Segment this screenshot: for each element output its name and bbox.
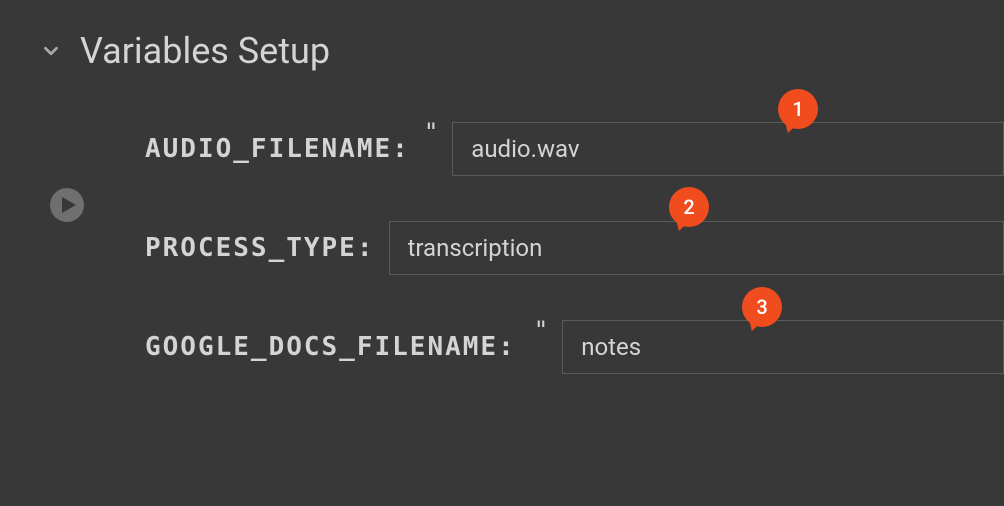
run-cell-button[interactable]	[50, 188, 84, 222]
process-type-input[interactable]	[389, 221, 1004, 275]
var-label: AUDIO_FILENAME:	[145, 134, 410, 164]
quote-mark: "	[424, 118, 438, 146]
var-label: PROCESS_TYPE:	[145, 233, 375, 263]
google-docs-filename-input[interactable]	[562, 320, 1004, 374]
section-header[interactable]: Variables Setup	[40, 30, 1004, 72]
quote-mark: "	[534, 316, 548, 344]
annotation-badge-1: 1	[778, 89, 818, 129]
annotation-badge-2: 2	[669, 187, 709, 227]
variable-row-audio-filename: AUDIO_FILENAME: " 1	[145, 122, 1004, 176]
section-title: Variables Setup	[80, 30, 330, 72]
variable-row-google-docs-filename: GOOGLE_DOCS_FILENAME: " 3	[145, 320, 1004, 374]
variable-row-process-type: PROCESS_TYPE: 2	[145, 221, 1004, 275]
variable-rows: AUDIO_FILENAME: " 1 PROCESS_TYPE: 2 GOOG…	[145, 122, 1004, 374]
audio-filename-input[interactable]	[452, 122, 1004, 176]
play-icon	[62, 197, 76, 213]
chevron-down-icon	[40, 40, 62, 62]
annotation-badge-3: 3	[742, 287, 782, 327]
var-label: GOOGLE_DOCS_FILENAME:	[145, 332, 516, 362]
